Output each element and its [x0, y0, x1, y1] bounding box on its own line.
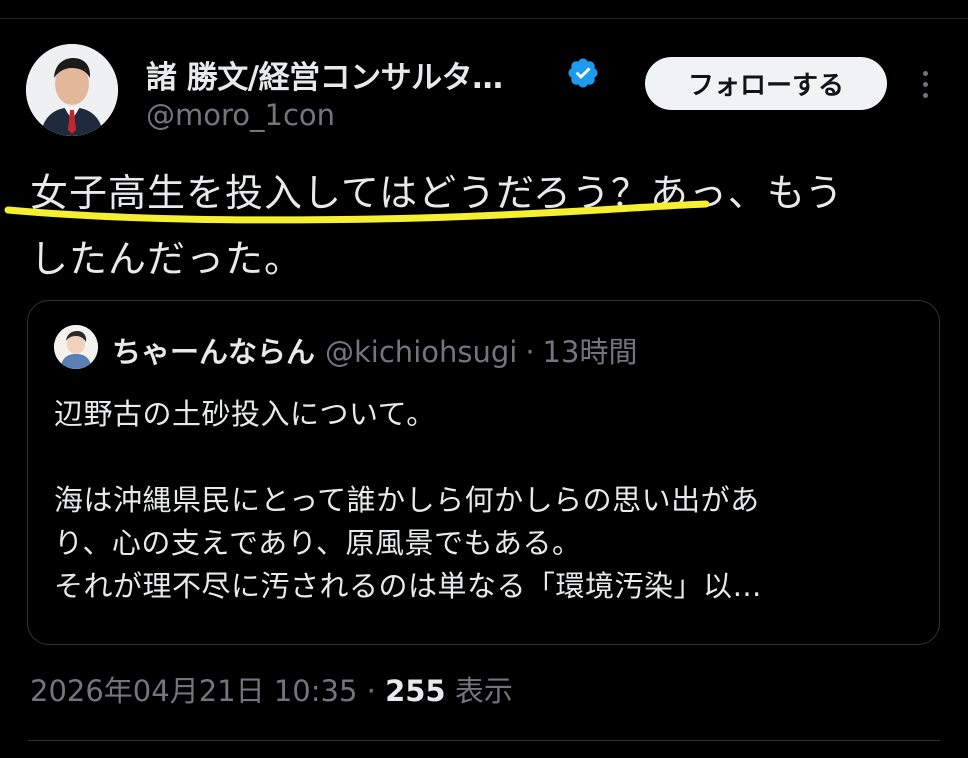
quoted-tweet-card[interactable]: ちゃーんならん @kichiohsugi · 13時間 辺野古の土砂投入について。 海… [27, 300, 940, 645]
person-illustration-icon [54, 325, 98, 369]
verified-badge-icon [568, 58, 598, 88]
author-display-name[interactable]: 諸 勝文/経営コンサルタ… [146, 52, 503, 97]
meta-separator: · [366, 674, 376, 708]
quoted-author-handle[interactable]: @kichiohsugi [325, 335, 517, 369]
quoted-text-line: 海は沖縄県民にとって誰かしら何かしらの思い出があ [54, 483, 760, 517]
quoted-author-name[interactable]: ちゃーんならん [112, 335, 315, 369]
follow-button[interactable]: フォローする [645, 57, 887, 110]
quoted-text-line: 辺野古の土砂投入について。 [54, 397, 436, 431]
quoted-tweet-time[interactable]: 13時間 [543, 335, 638, 369]
bottom-divider [28, 740, 940, 741]
views-label: 表示 [454, 674, 513, 708]
views-count: 255 [385, 674, 446, 708]
quoted-tweet-body: 辺野古の土砂投入について。 海は沖縄県民にとって誰かしら何かしらの思い出があ り… [54, 393, 924, 608]
quoted-author-avatar[interactable] [54, 325, 98, 369]
tweet-meta: 2026年04月21日 10:35 · 255 表示 [30, 668, 513, 710]
quoted-text-line: り、心の支えであり、原風景でもある。 [54, 526, 582, 560]
quoted-text-line: それが理不尽に汚されるのは単なる「環境汚染」以… [54, 569, 763, 603]
meta-separator: · [525, 335, 535, 369]
quoted-tweet-header: ちゃーんならん @kichiohsugi · 13時間 [112, 329, 637, 371]
person-photo-avatar [26, 44, 118, 136]
author-handle[interactable]: @moro_1con [146, 98, 335, 132]
author-avatar[interactable] [26, 44, 118, 136]
top-divider [0, 18, 968, 19]
tweet-text-line2: したんだった。 [30, 237, 304, 281]
highlight-underline [4, 200, 710, 224]
tweet-timestamp[interactable]: 2026年04月21日 10:35 [30, 674, 357, 708]
more-vertical-icon[interactable] [910, 62, 940, 106]
